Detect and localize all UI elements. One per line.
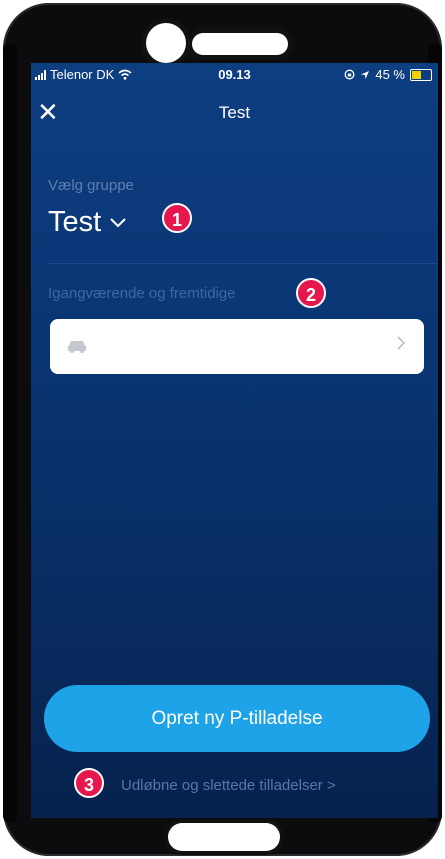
annotation-badge-1: 1: [162, 203, 192, 233]
group-label: Vælg gruppe: [48, 177, 134, 194]
expired-permits-link[interactable]: Udløbne og slettede tilladelser >: [121, 777, 336, 794]
chevron-down-icon: [110, 217, 126, 227]
speaker-grille: [192, 33, 288, 55]
phone-side-left: [3, 43, 17, 823]
rotation-lock-icon: [344, 69, 355, 80]
home-button[interactable]: [168, 823, 280, 851]
section-divider: [48, 263, 438, 264]
status-right: 45 %: [344, 67, 432, 82]
status-bar: Telenor DK 09.13 45 %: [31, 63, 438, 85]
annotation-badge-3: 3: [74, 768, 104, 798]
permit-list-item[interactable]: [50, 319, 424, 374]
annotation-badge-2: 2: [296, 278, 326, 308]
battery-percent: 45 %: [375, 67, 405, 82]
chevron-right-icon: [397, 336, 406, 350]
group-selector[interactable]: Test: [48, 206, 127, 239]
location-icon: [361, 70, 370, 79]
camera-icon: [146, 23, 186, 63]
battery-fill: [412, 70, 421, 79]
battery-icon: [410, 68, 432, 81]
page-title: Test: [218, 103, 251, 122]
create-permit-button[interactable]: Opret ny P-tilladelse: [44, 685, 430, 752]
navigation-bar: ✕ Test: [31, 93, 438, 133]
app-screen: Telenor DK 09.13 45 % ✕ Test Vælg gruppe…: [31, 63, 438, 818]
group-value: Test: [48, 206, 102, 238]
car-icon: [68, 341, 86, 353]
permits-section-label: Igangværende og fremtidige: [48, 285, 236, 302]
